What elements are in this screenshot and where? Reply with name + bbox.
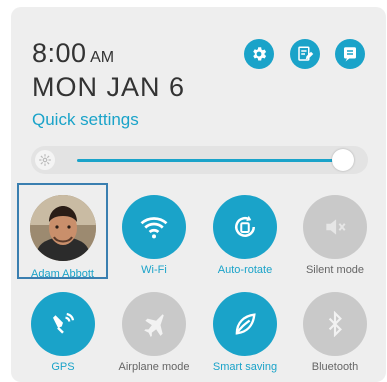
bluetooth-icon xyxy=(328,311,342,337)
speaker-mute-icon xyxy=(326,219,346,235)
tile-label: Wi-Fi xyxy=(141,264,167,276)
gps-toggle[interactable] xyxy=(31,292,95,356)
silent-mode-toggle[interactable] xyxy=(303,195,367,259)
smart-saving-toggle[interactable] xyxy=(213,292,277,356)
avatar xyxy=(29,195,96,261)
tile-airplane-mode[interactable]: Airplane mode xyxy=(108,292,200,373)
clock-date: MON JAN 6 xyxy=(32,72,186,102)
gps-icon xyxy=(53,312,75,334)
edit-button[interactable] xyxy=(290,39,320,69)
wifi-toggle[interactable] xyxy=(122,195,186,259)
airplane-icon xyxy=(144,314,164,337)
tile-label: GPS xyxy=(51,361,75,373)
settings-button[interactable] xyxy=(244,39,274,69)
tile-label: Airplane mode xyxy=(118,361,190,373)
brightness-track xyxy=(77,159,343,162)
tile-label: Smart saving xyxy=(212,361,278,373)
section-title: Quick settings xyxy=(32,110,139,129)
clock: 8:00 AM xyxy=(32,38,114,69)
bluetooth-toggle[interactable] xyxy=(303,292,367,356)
edit-icon xyxy=(298,46,314,61)
auto-rotate-icon xyxy=(235,215,255,237)
notes-button[interactable] xyxy=(335,39,365,69)
tile-smart-saving[interactable]: Smart saving xyxy=(199,292,291,373)
tile-gps[interactable]: GPS xyxy=(17,292,109,373)
leaf-icon xyxy=(235,313,256,335)
tile-label: Auto-rotate xyxy=(217,264,273,276)
tile-label: Bluetooth xyxy=(311,361,359,373)
auto-rotate-toggle[interactable] xyxy=(213,195,277,259)
tile-wifi[interactable]: Wi-Fi xyxy=(108,195,200,276)
wifi-icon xyxy=(140,217,168,239)
tile-silent-mode[interactable]: Silent mode xyxy=(289,195,381,276)
clock-time: 8:00 xyxy=(32,38,87,68)
tile-bluetooth[interactable]: Bluetooth xyxy=(289,292,381,373)
gear-icon xyxy=(253,47,267,61)
user-tile[interactable]: Adam Abbott xyxy=(17,183,108,280)
brightness-icon xyxy=(35,150,55,170)
tile-auto-rotate[interactable]: Auto-rotate xyxy=(199,195,291,276)
user-name: Adam Abbott xyxy=(31,268,94,280)
brightness-thumb[interactable] xyxy=(332,149,354,171)
tile-label: Silent mode xyxy=(305,264,365,276)
clock-ampm: AM xyxy=(90,49,115,66)
notes-icon xyxy=(344,47,356,62)
brightness-slider[interactable] xyxy=(31,146,368,174)
airplane-mode-toggle[interactable] xyxy=(122,292,186,356)
